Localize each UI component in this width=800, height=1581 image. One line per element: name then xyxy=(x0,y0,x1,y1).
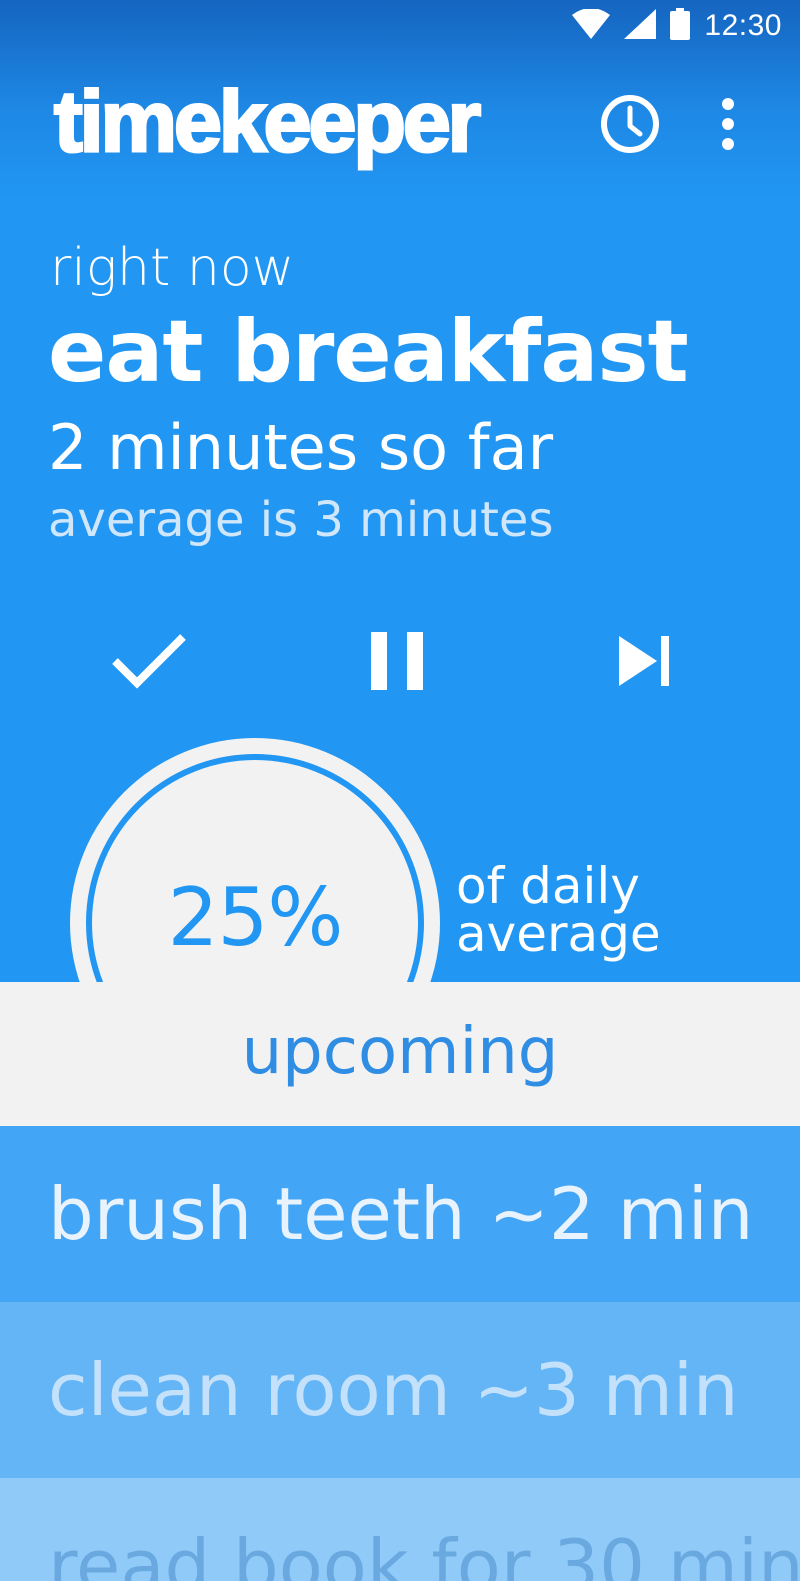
average-time: average is 3 minutes xyxy=(48,492,554,548)
upcoming-item[interactable]: brush teeth ~2 min xyxy=(0,1126,800,1302)
wifi-icon xyxy=(572,8,611,43)
elapsed-time: 2 minutes so far xyxy=(48,411,554,484)
pause-button[interactable] xyxy=(352,618,442,708)
daily-progress-ring: 25% xyxy=(70,738,440,990)
history-clock-icon xyxy=(598,92,662,160)
app-title: timekeeper xyxy=(52,73,482,172)
progress-caption-line1: of daily xyxy=(456,857,640,915)
current-task-panel: 12:30 timekeeper right now eat breakfast… xyxy=(0,0,800,990)
progress-percent: 25% xyxy=(167,871,344,964)
signal-icon xyxy=(624,9,657,43)
check-icon xyxy=(111,631,187,695)
upcoming-item[interactable]: clean room ~3 min xyxy=(0,1302,800,1478)
battery-icon xyxy=(670,8,691,44)
pause-icon xyxy=(371,632,423,694)
status-icons: 12:30 xyxy=(572,8,782,44)
right-now-label: right now xyxy=(50,238,295,298)
progress-caption: of daily average xyxy=(456,857,756,963)
status-bar: 12:30 xyxy=(0,0,800,52)
progress-caption-line2: average xyxy=(456,905,661,963)
more-options-button[interactable] xyxy=(706,92,750,160)
upcoming-item[interactable]: read book for 30 min xyxy=(0,1478,800,1581)
skip-next-icon xyxy=(619,636,671,690)
current-task-name: eat breakfast xyxy=(48,302,689,402)
status-time: 12:30 xyxy=(704,9,782,42)
complete-button[interactable] xyxy=(104,618,194,708)
upcoming-header: upcoming xyxy=(0,982,800,1128)
history-button[interactable] xyxy=(596,92,664,160)
skip-button[interactable] xyxy=(600,618,690,708)
more-vert-icon xyxy=(720,96,736,156)
